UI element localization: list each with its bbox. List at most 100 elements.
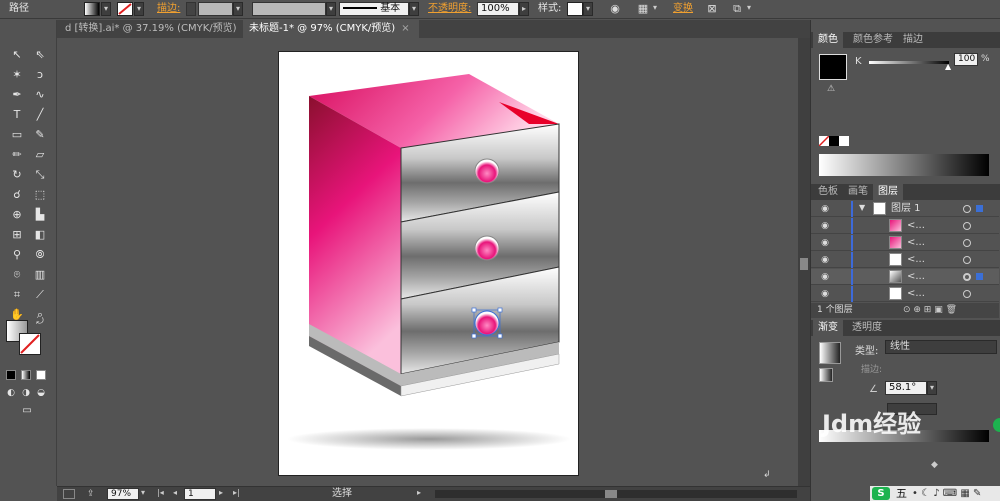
sublayer-label[interactable]: <... [907, 235, 925, 251]
target-circle-icon[interactable] [963, 239, 971, 247]
share-icon[interactable]: ⇪ [87, 489, 95, 499]
pen-tool-icon[interactable]: ✒ [8, 86, 26, 104]
horizontal-scroll-thumb[interactable] [605, 490, 617, 498]
selection-tool-icon[interactable]: ↖ [8, 46, 26, 64]
gradient-stroke-preview[interactable] [819, 368, 833, 382]
eyedropper-icon[interactable]: ⚲ [8, 246, 26, 264]
direct-selection-tool-icon[interactable]: ⇖ [31, 46, 49, 64]
sublayer-row[interactable]: ◉ <... [811, 286, 999, 302]
eye-icon[interactable]: ◉ [819, 203, 831, 215]
tab-brushes[interactable]: 画笔 [843, 184, 873, 200]
color-fill-preview[interactable] [819, 54, 847, 80]
recolor-artwork-icon[interactable]: ◉ [608, 2, 622, 16]
eye-icon[interactable]: ◉ [819, 271, 831, 283]
artboard[interactable] [278, 51, 579, 476]
gradient-type-select[interactable]: 线性 [885, 340, 997, 354]
rotate-tool-icon[interactable]: ↻ [8, 166, 26, 184]
variable-width-dropdown[interactable]: ▾ [326, 2, 336, 16]
tab-swatches[interactable]: 色板 [813, 184, 843, 200]
tab-color-guide[interactable]: 颜色参考 [848, 32, 898, 48]
first-artboard-icon[interactable]: |◂ [157, 488, 164, 497]
sublayer-row[interactable]: ◉ <... [811, 252, 999, 268]
gradient-fill-preview[interactable] [819, 342, 841, 364]
align-dropdown[interactable]: ▾ [650, 2, 660, 16]
pencil-tool-icon[interactable]: ✏ [8, 146, 26, 164]
white-swatch[interactable] [839, 136, 849, 146]
drawer-knob-top[interactable] [474, 158, 500, 184]
expand-triangle-icon[interactable]: ▼ [859, 203, 865, 212]
eye-icon[interactable]: ◉ [819, 237, 831, 249]
opacity-dropdown[interactable]: ▸ [519, 2, 529, 16]
type-tool-icon[interactable]: T [8, 106, 26, 124]
selection-square-icon[interactable] [976, 273, 983, 280]
out-of-gamut-icon[interactable]: ⚠ [827, 84, 835, 94]
sublayer-label[interactable]: <... [907, 269, 925, 285]
arrange-icon[interactable]: ⧉ [730, 2, 744, 16]
align-icon[interactable]: ▦ [636, 2, 650, 16]
curvature-tool-icon[interactable]: ∿ [31, 86, 49, 104]
eraser-tool-icon[interactable]: ▱ [31, 146, 49, 164]
symbol-sprayer-icon[interactable]: ⌾ [8, 266, 26, 284]
selection-handle[interactable] [471, 333, 477, 339]
status-menu-arrow[interactable]: ▸ [417, 488, 421, 497]
gradient-mode-icon[interactable] [21, 370, 31, 380]
slider-handle-icon[interactable]: ▲ [945, 62, 951, 71]
paintbrush-tool-icon[interactable]: ✎ [31, 126, 49, 144]
eye-icon[interactable]: ◉ [819, 288, 831, 300]
k-slider[interactable] [869, 61, 949, 64]
artboard-nav-icon[interactable] [63, 489, 75, 499]
canvas-area[interactable]: ↲ [57, 38, 810, 486]
lasso-tool-icon[interactable]: ↄ [31, 66, 49, 84]
opacity-label[interactable]: 不透明度: [428, 0, 471, 18]
scrollbar-thumb[interactable] [800, 258, 808, 270]
shape-builder-icon[interactable]: ⊕ [8, 206, 26, 224]
arrange-dropdown[interactable]: ▾ [744, 2, 754, 16]
tab-gradient[interactable]: 渐变 [813, 320, 843, 336]
target-circle-icon[interactable] [963, 290, 971, 298]
horizontal-scrollbar[interactable] [435, 490, 797, 498]
next-artboard-icon[interactable]: ▸ [219, 488, 223, 497]
tab-transparency[interactable]: 透明度 [847, 320, 887, 336]
vertical-scrollbar[interactable] [798, 38, 810, 486]
isolate-icon[interactable]: ⊠ [705, 2, 719, 16]
tab-stroke[interactable]: 描边 [898, 32, 928, 48]
sublayer-row[interactable]: ◉ <... [811, 235, 999, 251]
stroke-box[interactable] [19, 333, 41, 355]
gradient-tool-icon[interactable]: ◧ [31, 226, 49, 244]
selection-handle[interactable] [497, 333, 503, 339]
column-graph-icon[interactable]: ▥ [31, 266, 49, 284]
ime-logo-icon[interactable]: S [872, 487, 890, 500]
perspective-grid-icon[interactable]: ▙ [31, 206, 49, 224]
eye-icon[interactable]: ◉ [819, 220, 831, 232]
rectangle-tool-icon[interactable]: ▭ [8, 126, 26, 144]
sublayer-row-selected[interactable]: ◉ <... [811, 269, 999, 285]
k-value-field[interactable]: 100 [954, 53, 978, 66]
drawer-knob-bottom[interactable] [474, 310, 500, 336]
eye-icon[interactable]: ◉ [819, 254, 831, 266]
screen-mode-icon[interactable]: ▭ [17, 404, 37, 418]
gradient-angle-dropdown[interactable]: ▾ [927, 381, 937, 395]
target-circle-icon[interactable] [963, 205, 971, 213]
fill-swatch[interactable] [84, 2, 100, 16]
stroke-swatch[interactable] [117, 2, 133, 16]
color-mode-icon[interactable] [6, 370, 16, 380]
opacity-field[interactable]: 100% [477, 2, 519, 16]
fill-dropdown[interactable]: ▾ [101, 2, 111, 16]
last-artboard-icon[interactable]: ▸| [233, 488, 240, 497]
prev-artboard-icon[interactable]: ◂ [173, 488, 177, 497]
stroke-label[interactable]: 描边: [157, 0, 180, 18]
ime-mode-label[interactable]: 五 [896, 486, 907, 501]
close-icon[interactable]: × [401, 23, 409, 34]
sublayer-row[interactable]: ◉ <... [811, 218, 999, 234]
layer-name[interactable]: 图层 1 [891, 201, 921, 217]
swap-fill-stroke-icon[interactable]: ⤾ [34, 316, 46, 328]
layer-actions-icons[interactable]: ⊙ ⊕ ⊞ ▣ 🗑 [903, 303, 957, 318]
transform-link[interactable]: 变换 [673, 0, 693, 18]
tab-document-2[interactable]: 未标题-1* @ 97% (CMYK/预览) × [243, 20, 419, 38]
sublayer-label[interactable]: <... [907, 286, 925, 302]
none-swatch[interactable] [818, 135, 830, 147]
free-transform-icon[interactable]: ⬚ [31, 186, 49, 204]
tab-document-1[interactable]: d [转换].ai* @ 37.19% (CMYK/预览)× [59, 20, 251, 38]
brush-dropdown[interactable]: ▾ [409, 2, 419, 16]
floating-badge[interactable] [993, 418, 1000, 432]
